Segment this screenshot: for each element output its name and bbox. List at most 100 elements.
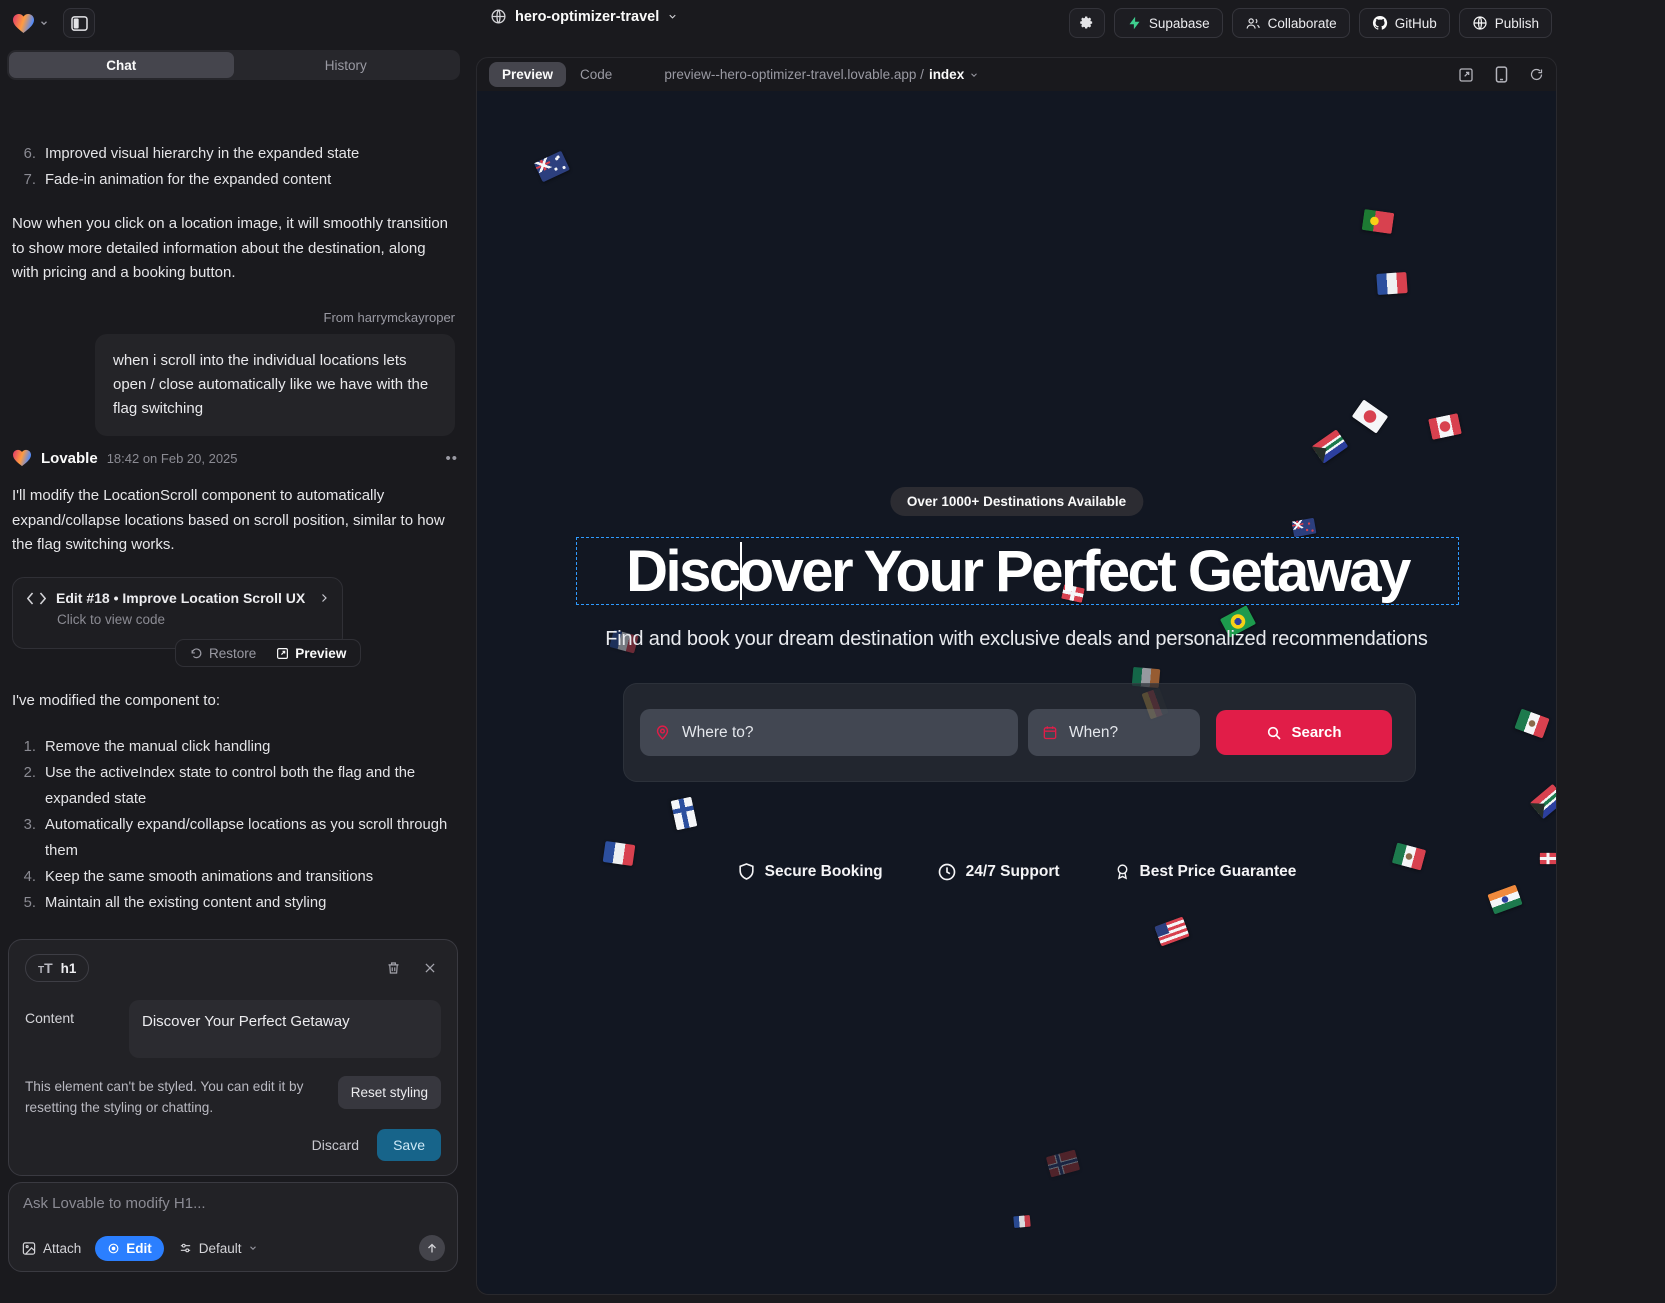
flag-za-icon (1530, 784, 1556, 819)
preview-url[interactable]: preview--hero-optimizer-travel.lovable.a… (664, 67, 979, 82)
list-item: Improved visual hierarchy in the expande… (45, 141, 456, 167)
site-viewport: Over 1000+ Destinations Available Discov… (477, 91, 1556, 1294)
list-number: 2. (12, 760, 36, 812)
image-attach-icon (21, 1241, 37, 1256)
discard-button[interactable]: Discard (312, 1137, 359, 1153)
mobile-device-icon (1495, 66, 1508, 83)
project-name: hero-optimizer-travel (515, 9, 659, 25)
default-mode-button[interactable]: Default (178, 1241, 258, 1256)
project-chevron-down-icon (667, 11, 678, 22)
edit-card-title: Edit #18 • Improve Location Scroll UX (56, 590, 305, 606)
content-label: Content (25, 1000, 115, 1058)
url-page: index (929, 67, 964, 82)
selection-outline: Discover Your Perfect Getaway (576, 537, 1459, 605)
gear-icon (1078, 15, 1095, 32)
flag-za-icon (1312, 429, 1349, 463)
features-row: Secure Booking 24/7 Support Best Price G… (477, 861, 1556, 882)
list-number: 3. (12, 812, 36, 864)
delete-element-button[interactable] (386, 960, 401, 976)
when-input[interactable]: When? (1028, 709, 1200, 756)
mobile-view-button[interactable] (1495, 66, 1508, 83)
edit-card-subtitle: Click to view code (57, 612, 330, 627)
restore-icon (190, 647, 203, 660)
url-chevron-down-icon (969, 70, 979, 80)
trash-icon (386, 960, 401, 976)
assistant-steps-list: 1.Remove the manual click handling 2.Use… (12, 734, 450, 916)
assistant-paragraph: I've modified the component to: (12, 689, 452, 714)
content-textarea[interactable]: Discover Your Perfect Getaway (129, 1000, 441, 1058)
tab-preview[interactable]: Preview (489, 62, 566, 87)
search-button[interactable]: Search (1216, 710, 1392, 755)
sidebar-panel-icon (71, 16, 88, 31)
assistant-list-top: 6.Improved visual hierarchy in the expan… (12, 141, 456, 193)
element-editor-panel: h1 Content Discover Your Perfect Getaway… (8, 939, 458, 1176)
assistant-paragraph: Now when you click on a location image, … (12, 212, 452, 286)
collaborate-users-icon (1245, 16, 1261, 31)
tab-code[interactable]: Code (580, 67, 612, 82)
tab-history[interactable]: History (234, 52, 459, 78)
feature-best-price: Best Price Guarantee (1114, 861, 1297, 882)
award-ribbon-icon (1114, 861, 1131, 882)
text-size-icon (38, 960, 53, 976)
list-item: Use the activeIndex state to control bot… (45, 760, 450, 812)
list-number: 7. (12, 167, 36, 193)
open-in-new-tab-button[interactable] (1458, 66, 1474, 83)
restore-button[interactable]: Restore (180, 641, 266, 665)
edit-mode-button[interactable]: Edit (95, 1236, 164, 1261)
settings-button[interactable] (1069, 8, 1105, 38)
message-more-options-button[interactable]: •• (445, 450, 458, 467)
github-button[interactable]: GitHub (1359, 8, 1450, 38)
attach-button[interactable]: Attach (21, 1241, 81, 1256)
feature-secure-booking: Secure Booking (737, 861, 883, 882)
flag-in-icon (1487, 885, 1522, 915)
feature-support: 24/7 Support (937, 861, 1060, 882)
preview-change-button[interactable]: Preview (266, 641, 356, 665)
close-panel-button[interactable] (423, 960, 437, 976)
tab-chat[interactable]: Chat (9, 52, 234, 78)
flag-us-icon (1154, 917, 1189, 947)
list-item: Remove the manual click handling (45, 734, 450, 760)
flag-fr-icon (1013, 1215, 1030, 1228)
where-to-placeholder: Where to? (682, 724, 754, 742)
flag-pt-icon (1362, 209, 1395, 234)
chevron-right-icon (318, 592, 330, 604)
shield-icon (737, 861, 756, 882)
publish-button[interactable]: Publish (1459, 8, 1552, 38)
project-menu[interactable]: hero-optimizer-travel (490, 8, 678, 25)
logo-chevron-down-icon[interactable] (39, 18, 49, 28)
save-button[interactable]: Save (377, 1129, 441, 1161)
supabase-button[interactable]: Supabase (1114, 8, 1223, 38)
list-number: 5. (12, 890, 36, 916)
assistant-paragraph: I'll modify the LocationScroll component… (12, 484, 452, 558)
destinations-badge: Over 1000+ Destinations Available (890, 487, 1143, 516)
open-external-icon (1458, 67, 1474, 83)
refresh-button[interactable] (1529, 66, 1544, 83)
publish-globe-icon (1472, 15, 1488, 31)
lovable-heart-icon[interactable] (12, 13, 35, 34)
where-to-input[interactable]: Where to? (640, 709, 1018, 756)
when-placeholder: When? (1069, 724, 1118, 742)
composer-input[interactable] (23, 1195, 443, 1212)
hero-subtitle: Find and book your dream destination wit… (477, 628, 1556, 651)
collaborate-button[interactable]: Collaborate (1232, 8, 1350, 38)
reset-styling-button[interactable]: Reset styling (338, 1076, 441, 1109)
refresh-icon (1529, 67, 1544, 82)
message-timestamp: 18:42 on Feb 20, 2025 (107, 451, 238, 466)
styling-note: This element can't be styled. You can ed… (25, 1076, 325, 1118)
assistant-name: Lovable (41, 450, 98, 467)
chat-history-tabs: Chat History (7, 50, 460, 80)
hero-title[interactable]: Discover Your Perfect Getaway (626, 538, 1409, 605)
search-magnifier-icon (1266, 725, 1282, 741)
lovable-avatar-heart-icon (12, 449, 32, 467)
chat-panel: Chat History 6.Improved visual hierarchy… (0, 46, 472, 1303)
send-button[interactable] (419, 1235, 445, 1261)
supabase-icon (1127, 15, 1142, 31)
text-caret (740, 542, 742, 600)
sidebar-toggle-button[interactable] (63, 8, 95, 38)
list-item: Automatically expand/collapse locations … (45, 812, 450, 864)
preview-header: Preview Code preview--hero-optimizer-tra… (477, 58, 1556, 91)
flag-mx-icon (1514, 709, 1549, 739)
clock-icon (937, 862, 957, 882)
github-icon (1372, 15, 1388, 31)
close-icon (423, 961, 437, 975)
